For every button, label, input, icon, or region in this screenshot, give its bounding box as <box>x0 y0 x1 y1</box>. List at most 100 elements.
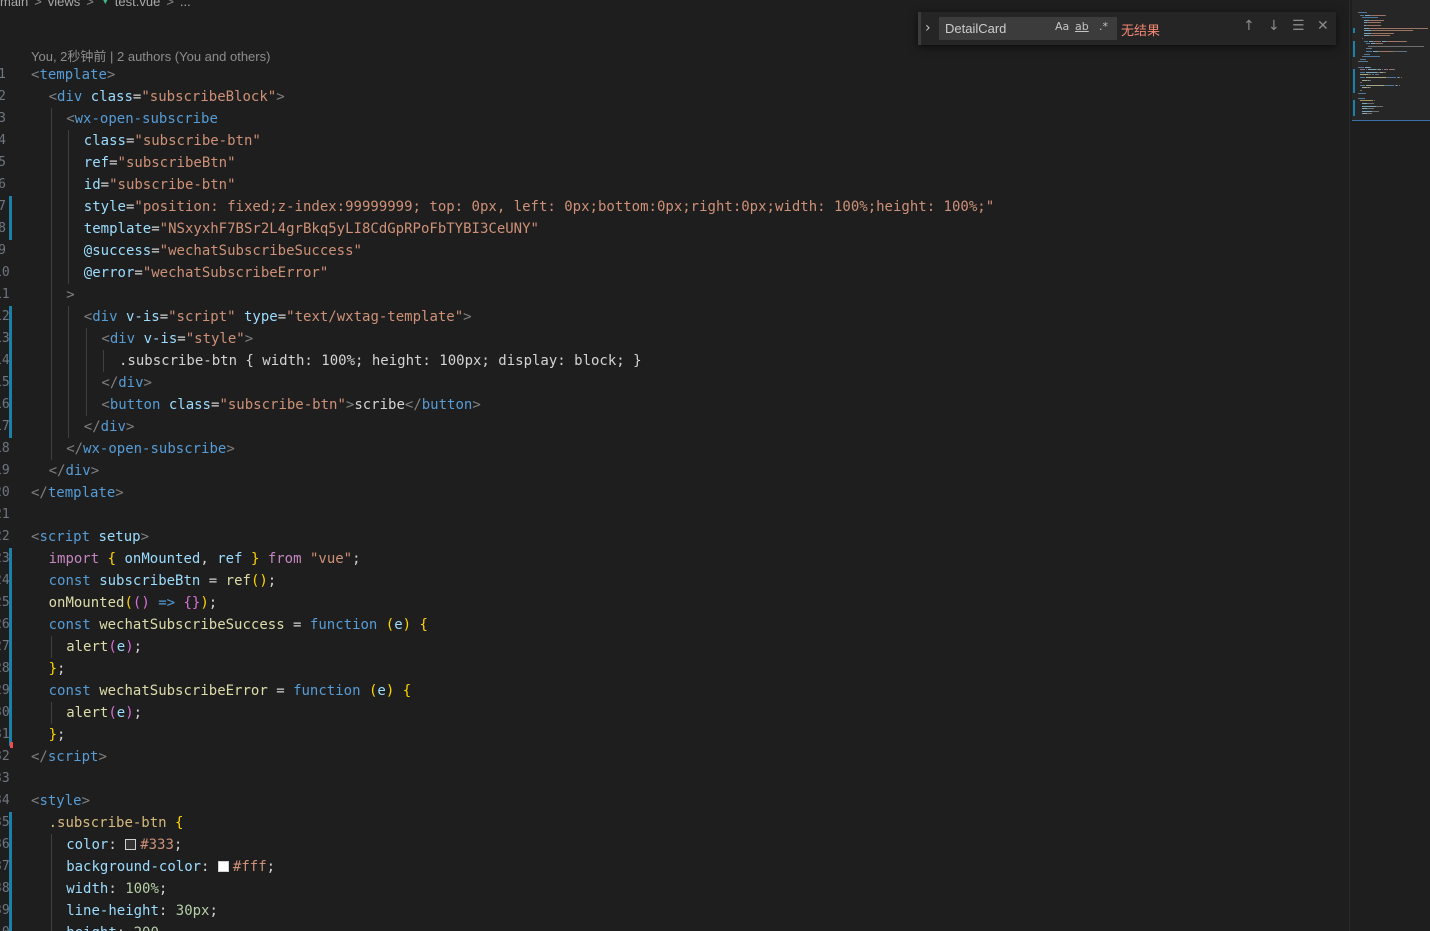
color-swatch[interactable] <box>125 839 137 850</box>
code-text: const subscribeBtn = ref(); <box>48 573 277 589</box>
code-line[interactable]: 34 <style> <box>0 790 1350 812</box>
code-line[interactable]: 13 <div v-is="style"> <box>0 328 1350 350</box>
code-line[interactable]: 39 line-height: 30px; <box>0 900 1350 922</box>
code-text: }; <box>48 661 66 677</box>
code-line[interactable]: 21 <box>0 504 1350 526</box>
line-number: 17 <box>0 419 10 434</box>
code-line[interactable]: 28}; <box>0 658 1350 680</box>
breadcrumb-item[interactable]: main <box>0 0 28 9</box>
find-input[interactable] <box>939 17 1117 40</box>
code-line[interactable]: 12 <div v-is="script" type="text/wxtag-te… <box>0 306 1350 328</box>
close-icon[interactable]: ✕ <box>1317 18 1329 34</box>
code-line[interactable]: 22 <script setup> <box>0 526 1350 548</box>
color-swatch[interactable] <box>217 861 229 872</box>
minimap[interactable] <box>1350 0 1430 931</box>
code-text: class="subscribe-btn" <box>83 133 261 149</box>
code-line[interactable]: 5 ref="subscribeBtn" <box>0 152 1350 174</box>
code-line[interactable]: 36 color: #333; <box>0 834 1350 856</box>
code-text: <div v-is="script" type="text/wxtag-temp… <box>83 309 472 325</box>
git-modified-marker <box>9 328 12 350</box>
arrow-down-icon[interactable]: ↓ <box>1268 18 1280 34</box>
code-line[interactable]: 16 <button class="subscribe-btn">scribe</… <box>0 394 1350 416</box>
code-line[interactable]: 2 <div class="subscribeBlock"> <box>0 86 1350 108</box>
code-text: <wx-open-subscribe <box>66 111 218 127</box>
git-modified-marker <box>9 196 12 218</box>
code-line[interactable]: 17 </div> <box>0 416 1350 438</box>
code-line[interactable]: 37 background-color: #fff; <box>0 856 1350 878</box>
indent-guide <box>50 218 52 240</box>
indent-guide <box>50 416 52 438</box>
code-line[interactable]: 15 </div> <box>0 372 1350 394</box>
line-number: 11 <box>0 287 10 302</box>
line-number: 13 <box>0 331 10 346</box>
toggle-replace-chevron-icon[interactable]: › <box>925 20 931 36</box>
git-modified-marker <box>9 658 12 680</box>
indent-guide <box>68 350 70 372</box>
line-number: 16 <box>0 397 10 412</box>
code-line[interactable]: 7 style="position: fixed;z-index:99999999… <box>0 196 1350 218</box>
line-number: 33 <box>0 771 10 786</box>
code-line[interactable]: 19 </div> <box>0 460 1350 482</box>
line-number: 10 <box>0 265 10 280</box>
code-line[interactable]: 27 alert(e); <box>0 636 1350 658</box>
match-whole-word-icon[interactable]: ab <box>1075 20 1089 33</box>
code-text: @error="wechatSubscribeError" <box>83 265 329 281</box>
code-line[interactable]: 35 .subscribe-btn { <box>0 812 1350 834</box>
line-number: 18 <box>0 441 10 456</box>
line-number: 35 <box>0 815 10 830</box>
code-line[interactable]: 40 height: 200 <box>0 922 1350 931</box>
code-text: <style> <box>31 793 91 809</box>
code-text: </template> <box>31 485 124 501</box>
line-number: 25 <box>0 595 10 610</box>
code-text: <button class="subscribe-btn">scribe</bu… <box>101 397 481 413</box>
minimap-viewport-slider[interactable] <box>1352 0 1430 121</box>
code-text: </div> <box>48 463 100 479</box>
git-modified-marker <box>9 614 12 636</box>
code-line[interactable]: 33 <box>0 768 1350 790</box>
code-text: @success="wechatSubscribeSuccess" <box>83 243 362 259</box>
match-case-icon[interactable]: Aa <box>1055 20 1069 33</box>
code-line[interactable]: 24 const subscribeBtn = ref(); <box>0 570 1350 592</box>
git-blame-codelens[interactable]: You, 2秒钟前 | 2 authors (You and others) <box>31 46 270 65</box>
code-line[interactable]: 4 class="subscribe-btn" <box>0 130 1350 152</box>
breadcrumb-item[interactable]: views <box>48 0 81 9</box>
code-line[interactable]: 8 template="NSxyxhF7BSr2L4grBkq5yLI8CdGpR… <box>0 218 1350 240</box>
code-line[interactable]: 31}; <box>0 724 1350 746</box>
line-number: 9 <box>0 243 6 258</box>
code-text: style="position: fixed;z-index:99999999;… <box>83 199 995 215</box>
code-line[interactable]: 3 <wx-open-subscribe <box>0 108 1350 130</box>
code-text: > <box>66 287 75 303</box>
code-line[interactable]: 6 id="subscribe-btn" <box>0 174 1350 196</box>
code-text: background-color: #fff; <box>66 859 276 875</box>
code-line[interactable]: 23 import { onMounted, ref } from "vue"; <box>0 548 1350 570</box>
git-modified-marker <box>9 350 12 372</box>
code-line[interactable]: 32 </script> <box>0 746 1350 768</box>
code-line[interactable]: 29 const wechatSubscribeError = function … <box>0 680 1350 702</box>
breadcrumb-item[interactable]: ... <box>180 0 191 9</box>
arrow-up-icon[interactable]: ↑ <box>1243 18 1255 34</box>
code-line[interactable]: 1 <template> <box>0 64 1350 86</box>
code-line[interactable]: 20 </template> <box>0 482 1350 504</box>
indent-guide <box>68 174 70 196</box>
code-line[interactable]: 14 .subscribe-btn { width: 100%; height: … <box>0 350 1350 372</box>
code-line[interactable]: 18 </wx-open-subscribe> <box>0 438 1350 460</box>
code-line[interactable]: 26 const wechatSubscribeSuccess = functio… <box>0 614 1350 636</box>
code-line[interactable]: 9 @success="wechatSubscribeSuccess" <box>0 240 1350 262</box>
code-line[interactable]: 30 alert(e); <box>0 702 1350 724</box>
indent-guide <box>68 196 70 218</box>
line-number: 7 <box>0 199 6 214</box>
code-line[interactable]: 11 > <box>0 284 1350 306</box>
use-regex-icon[interactable]: .* <box>1099 20 1108 33</box>
code-editor[interactable]: 1 <template> 2 <div class="subscribeBlock">… <box>0 64 1350 931</box>
git-modified-marker <box>9 218 12 240</box>
breadcrumb-item[interactable]: test.vue <box>115 0 161 9</box>
indent-guide <box>50 284 52 306</box>
find-in-selection-icon[interactable]: ☰ <box>1292 18 1305 34</box>
line-number: 2 <box>0 89 6 104</box>
code-line[interactable]: 25 onMounted(() => {}); <box>0 592 1350 614</box>
code-line[interactable]: 10 @error="wechatSubscribeError" <box>0 262 1350 284</box>
line-number: 6 <box>0 177 6 192</box>
code-text: }; <box>48 727 66 743</box>
git-modified-marker <box>9 372 12 394</box>
code-line[interactable]: 38 width: 100%; <box>0 878 1350 900</box>
